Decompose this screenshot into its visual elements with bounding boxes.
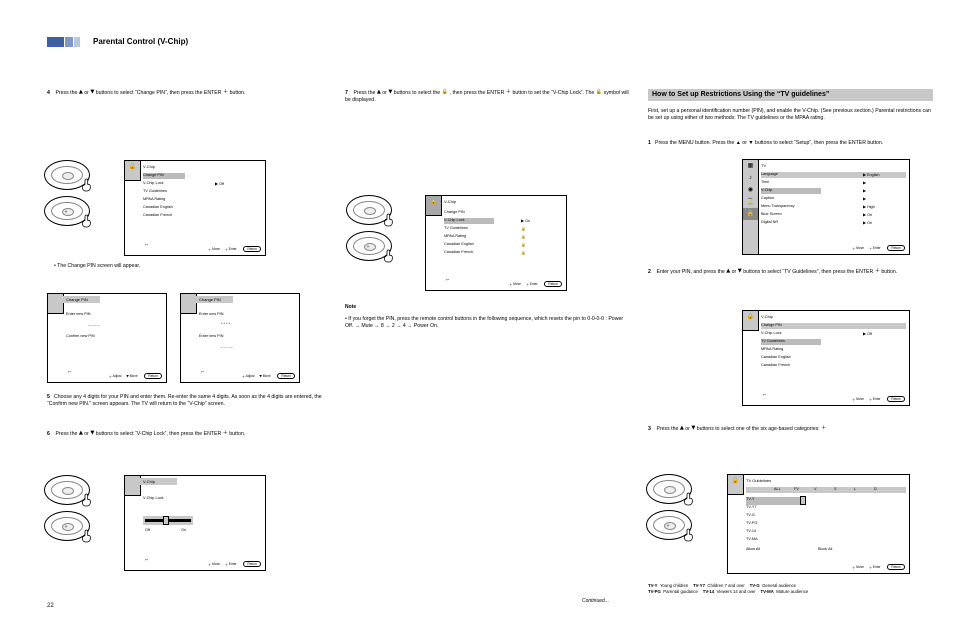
remote-pad-4: ＋ xyxy=(646,474,698,546)
col3-screen3: 🔒 TV Guidelines ALL FV V S L D TV-Y TV-Y… xyxy=(727,474,910,574)
col3-step1: 1Press the MENU button. Press the ▲ or ▼… xyxy=(648,140,933,147)
col1-step4: 4 Press the ▲ or ▼ buttons to select “Ch… xyxy=(47,89,322,97)
col3-screen2: 🔒 V-Chip Change PIN V-Chip Lock▶ Off TV … xyxy=(742,310,910,406)
col1-screen4: 🔒 V-Chip Change PIN V-Chip Lock ▶ Off TV… xyxy=(124,160,266,256)
col3-intro: First, set up a personal identification … xyxy=(648,108,933,122)
col3-screen1: ▦ ♪ ◉ ⌛ 🔒 TV Language▶ English Time▶ V-C… xyxy=(742,159,910,255)
col3-heading: How to Set up Restrictions Using the “TV… xyxy=(648,89,933,101)
header-bars xyxy=(47,37,80,47)
col2-step7: 7 Press the ▲ or ▼ buttons to select the… xyxy=(345,89,630,104)
continued: Continued... xyxy=(582,598,609,605)
col2-screen7: 🔒 V-Chip Change PIN V-Chip Lock ▶ On TV … xyxy=(425,195,567,291)
col2-note-hd: Note xyxy=(345,304,356,310)
remote-pad-2: ＋ xyxy=(44,475,96,547)
page-number: 22 xyxy=(47,603,54,609)
col3-step3: 3 Press the ▲ or ▼ buttons to select one… xyxy=(648,425,933,433)
remote-pad-3: ＋ xyxy=(346,195,398,267)
col3-cats: TV-Y Young children TV-Y7 Children 7 and… xyxy=(648,583,933,595)
col1-note4: • The Change PIN screen will appear. xyxy=(54,263,314,270)
col3-step2: 2 Enter your PIN, and press the ▲ or ▼ b… xyxy=(648,268,933,276)
col1-step6: 6 Press the ▲ or ▼ buttons to select “V-… xyxy=(47,430,322,438)
col1-screen5a: 🔒 Change PIN Enter new PIN _ _ _ _ Confi… xyxy=(47,293,167,383)
col1-screen6: 🔒 V-Chip V-Chip Lock Off On ↩ ＋ Move ＋ E… xyxy=(124,475,266,571)
col1-step5: 5Choose any 4 digits for your PIN and en… xyxy=(47,394,322,408)
remote-pad-1: ＋ xyxy=(44,160,96,232)
section-title: Parental Control (V-Chip) xyxy=(93,37,188,46)
col2-note: • If you forget the PIN, press the remot… xyxy=(345,316,630,330)
col1-screen5b: 🔒 Change PIN Enter new PIN * * * * Enter… xyxy=(180,293,300,383)
